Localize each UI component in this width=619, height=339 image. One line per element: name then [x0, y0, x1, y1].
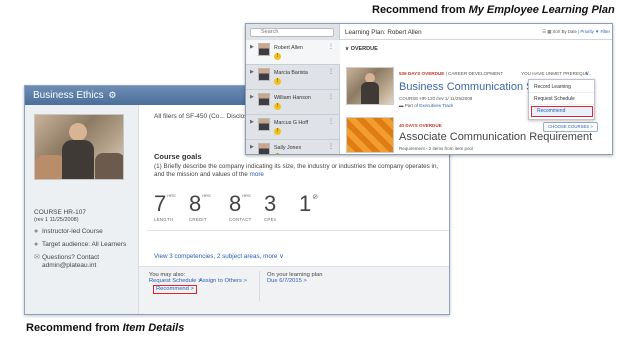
filter-button[interactable]: ▼ Filter	[595, 29, 610, 34]
view-competencies-link[interactable]: View 3 competencies, 2 subject areas, mo…	[154, 253, 284, 260]
expand-icon[interactable]: ▶	[250, 69, 254, 75]
person-icon: ●	[34, 228, 39, 235]
employee-name: William Hanson	[274, 95, 311, 101]
learning-plan-window: ⚲ Search ▶Robert Allen⋮! ▶Marcia Barista…	[245, 23, 613, 155]
plan-toolbar: ☰ ▦ Sort By Date | Priority ▼ Filter	[542, 29, 610, 35]
course-image	[346, 67, 394, 105]
grid-view-icon[interactable]: ▦	[547, 29, 551, 34]
mail-icon: ✉	[34, 254, 40, 261]
expand-icon[interactable]: ▶	[250, 44, 254, 50]
caption-item-details: Recommend from Item Details	[26, 322, 185, 334]
stat-attachments[interactable]: 1⊘	[299, 193, 318, 217]
stat-contact: 8HRS CONTACT	[229, 191, 252, 223]
request-schedule-link[interactable]: Request Schedule >	[149, 278, 201, 284]
warning-icon: !	[274, 128, 281, 135]
employee-item[interactable]: ▶ Robert Allen ⋮!	[246, 40, 340, 65]
item-actions-footer: You may also: Request Schedule > Assign …	[139, 266, 449, 314]
employee-list-panel: ⚲ Search ▶Robert Allen⋮! ▶Marcia Barista…	[246, 24, 340, 154]
footer-separator	[259, 271, 260, 301]
warning-icon: !	[274, 78, 281, 85]
avatar	[258, 43, 270, 56]
avatar	[258, 93, 270, 106]
folder-icon: ▬	[399, 103, 404, 108]
requirement-title[interactable]: Associate Communication Requirement	[399, 131, 592, 143]
stat-credit: 8HRS CREDIT	[189, 191, 211, 223]
chevron-down-icon[interactable]: ∨	[585, 70, 589, 77]
more-icon[interactable]: ⋮	[328, 143, 334, 150]
plan-due-date-link[interactable]: Due 6/7/2015 >	[267, 278, 307, 284]
employee-item[interactable]: ▶ Sally Jones ⋮!	[246, 140, 340, 154]
course-revision: (rev 1 11/25/2008)	[34, 217, 79, 223]
sort-by-date[interactable]: Sort By Date |	[553, 29, 580, 34]
caption-employee-learning-plan: Recommend from My Employee Learning Plan	[372, 4, 615, 16]
divider	[147, 230, 449, 231]
paperclip-icon: ⊘	[312, 194, 319, 201]
course-title: Business Ethics	[33, 90, 104, 101]
employee-name: Sally Jones	[274, 145, 302, 151]
more-icon[interactable]: ⋮	[328, 93, 334, 100]
avatar	[258, 118, 270, 131]
menu-item-recommend[interactable]: Recommend	[531, 106, 593, 117]
contact-email[interactable]: admin@plateau.int	[34, 262, 96, 270]
course-meta: COURSE HR-120 /rev 1/ 11/25/2008	[399, 96, 473, 101]
overdue-section-toggle[interactable]: ∨ OVERDUE	[345, 46, 378, 52]
track-link[interactable]: Executives Track	[419, 103, 453, 108]
expand-icon[interactable]: ▶	[250, 94, 254, 100]
stat-length: 7HRS LENGTH	[154, 191, 176, 223]
employee-item[interactable]: ▶ Marcia Barista ⋮!	[246, 65, 340, 90]
chevron-down-icon: ∨	[345, 46, 350, 52]
globe-icon: ⚙	[108, 90, 117, 100]
group-icon: ●	[34, 241, 39, 248]
employee-name: Marcus G Hoff	[274, 120, 309, 126]
avatar	[258, 143, 270, 154]
menu-item-record-learning[interactable]: Record Learning	[529, 82, 594, 93]
employee-name: Robert Allen	[274, 45, 303, 51]
course-image	[34, 114, 124, 180]
menu-item-request-schedule[interactable]: Request Schedule	[529, 94, 594, 105]
sort-by-priority[interactable]: Priority	[580, 29, 593, 34]
warning-icon: !	[274, 153, 281, 154]
employee-name: Marcia Barista	[274, 70, 308, 76]
goals-more-link[interactable]: more	[250, 171, 264, 178]
divider	[340, 39, 612, 40]
course-track: ▬ Part of Executives Track	[399, 103, 454, 108]
course-actions-menu: Record Learning Request Schedule Recomme…	[528, 79, 595, 120]
more-icon[interactable]: ⋮	[328, 68, 334, 75]
requirement-image	[346, 117, 394, 153]
assign-to-others-link[interactable]: Assign to Others >	[199, 278, 247, 284]
course-goals-title: Course goals	[154, 152, 202, 161]
stat-cpes: 3 CPEs	[264, 191, 277, 223]
choose-courses-button[interactable]: CHOOSE COURSES >	[543, 122, 598, 132]
avatar	[258, 68, 270, 81]
overdue-badge: 536 DAYS OVERDUE | CAREER DEVELOPMENT	[399, 71, 504, 76]
expand-icon[interactable]: ▶	[250, 144, 254, 150]
target-audience: ● Target audience: All Learners	[34, 241, 127, 248]
unmet-prereq-notice: YOU HAVE UNMET PREREQUI...	[521, 71, 592, 76]
warning-icon: !	[274, 103, 281, 110]
questions-contact: ✉ Questions? Contact	[34, 254, 100, 261]
employee-item[interactable]: ▶ Marcus G Hoff ⋮!	[246, 115, 340, 140]
list-view-icon[interactable]: ☰	[542, 29, 546, 34]
more-icon[interactable]: ⋮	[328, 118, 334, 125]
search-input[interactable]: Search	[250, 28, 334, 37]
overdue-badge: 40 DAYS OVERDUE	[399, 123, 442, 128]
learning-plan-main: Learning Plan: Robert Allen ☰ ▦ Sort By …	[340, 24, 612, 154]
delivery-type: ● Instructor-led Course	[34, 228, 103, 235]
learning-plan-title: Learning Plan: Robert Allen	[345, 29, 422, 36]
recommend-link[interactable]: Recommend >	[153, 285, 197, 294]
employee-item[interactable]: ▶ William Hanson ⋮!	[246, 90, 340, 115]
item-details-sidebar: COURSE HR-107 (rev 1 11/25/2008) ● Instru…	[25, 105, 139, 314]
course-goals-text: (1) Briefly describe the company indicat…	[154, 163, 439, 178]
more-icon[interactable]: ⋮	[328, 43, 334, 50]
expand-icon[interactable]: ▶	[250, 119, 254, 125]
requirement-meta: Requirement - 2 items from item pool	[399, 146, 474, 151]
warning-icon: !	[274, 53, 281, 60]
